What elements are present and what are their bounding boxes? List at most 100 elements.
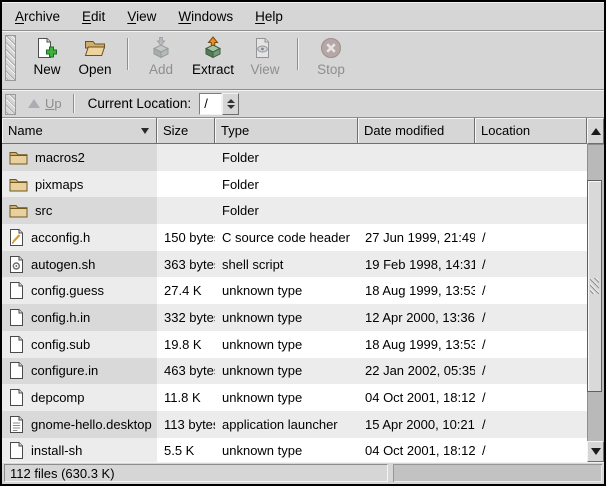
column-header-date-modified[interactable]: Date modified — [358, 118, 475, 144]
cell-type: unknown type — [215, 331, 358, 358]
file-row[interactable]: macros2Folder — [2, 144, 587, 171]
file-name: configure.in — [31, 363, 98, 378]
cell-size: 27.4 K — [157, 277, 215, 304]
stop-icon — [319, 35, 343, 61]
vertical-scrollbar[interactable] — [587, 144, 604, 462]
file-name: src — [35, 203, 52, 218]
open-button[interactable]: Open — [71, 34, 119, 78]
desktop-file-icon — [9, 415, 24, 434]
cell-size: 5.5 K — [157, 438, 215, 462]
menu-windows[interactable]: Windows — [167, 4, 244, 29]
cell-size — [157, 144, 215, 171]
toolbar-separator — [73, 94, 75, 113]
column-header-label: Name — [8, 123, 43, 138]
combo-dropdown-button[interactable] — [222, 93, 239, 115]
toolbar-button-label: Open — [78, 62, 111, 77]
up-button[interactable]: Up — [24, 94, 66, 113]
location-input[interactable]: / — [199, 93, 222, 115]
cell-date-modified: 12 Apr 2000, 13:36 — [358, 304, 475, 331]
cell-date-modified: 15 Apr 2000, 10:21 — [358, 411, 475, 438]
file-name: macros2 — [35, 150, 85, 165]
status-bar: 112 files (630.3 K) — [2, 462, 604, 484]
file-row[interactable]: configure.in463 bytesunknown type22 Jan … — [2, 358, 587, 385]
cell-type: application launcher — [215, 411, 358, 438]
location-bar-drag-handle[interactable] — [5, 94, 16, 115]
folder-icon — [9, 202, 28, 219]
file-row[interactable]: config.sub19.8 Kunknown type18 Aug 1999,… — [2, 331, 587, 358]
file-name: gnome-hello.desktop — [31, 417, 152, 432]
cell-name: install-sh — [2, 438, 157, 462]
toolbar-button-label: New — [33, 62, 60, 77]
menu-view[interactable]: View — [116, 4, 167, 29]
file-row[interactable]: config.h.in332 bytesunknown type12 Apr 2… — [2, 304, 587, 331]
add-button[interactable]: Add — [137, 34, 185, 78]
cell-name: pixmaps — [2, 171, 157, 198]
cell-location — [475, 197, 587, 224]
column-header-name[interactable]: Name — [2, 118, 157, 144]
cell-date-modified — [358, 197, 475, 224]
file-row[interactable]: pixmapsFolder — [2, 171, 587, 198]
menubar: ArchiveEditViewWindowsHelp — [2, 2, 604, 31]
location-combo[interactable]: / — [199, 93, 239, 115]
scrollbar-grip — [590, 278, 599, 294]
cell-type: C source code header — [215, 224, 358, 251]
column-header-type[interactable]: Type — [215, 118, 358, 144]
new-button[interactable]: New — [23, 34, 71, 78]
archive-manager-window: ArchiveEditViewWindowsHelp NewOpenAddExt… — [0, 0, 606, 486]
cell-location: / — [475, 251, 587, 278]
file-list: macros2FolderpixmapsFoldersrcFolderaccon… — [2, 144, 604, 462]
cell-location: / — [475, 358, 587, 385]
file-row[interactable]: config.guess27.4 Kunknown type18 Aug 199… — [2, 277, 587, 304]
cell-date-modified: 19 Feb 1998, 14:31 — [358, 251, 475, 278]
stop-button[interactable]: Stop — [307, 34, 355, 78]
toolbar-drag-handle[interactable] — [5, 35, 16, 81]
cell-name: acconfig.h — [2, 224, 157, 251]
file-row[interactable]: src Folder — [2, 197, 587, 224]
view-button[interactable]: View — [241, 34, 289, 78]
combo-up-arrow-icon — [227, 99, 235, 103]
cell-name: autogen.sh — [2, 251, 157, 278]
menu-edit[interactable]: Edit — [71, 4, 116, 29]
file-row[interactable]: install-sh5.5 Kunknown type04 Oct 2001, … — [2, 438, 587, 462]
cell-name: gnome-hello.desktop — [2, 411, 157, 438]
cell-date-modified: 18 Aug 1999, 13:53 — [358, 331, 475, 358]
toolbar-button-label: View — [251, 62, 280, 77]
file-row[interactable]: autogen.sh363 bytesshell script19 Feb 19… — [2, 251, 587, 278]
down-arrow-icon — [591, 448, 601, 455]
column-header-location[interactable]: Location — [475, 118, 587, 144]
cell-type: unknown type — [215, 358, 358, 385]
cell-location: / — [475, 411, 587, 438]
up-icon — [28, 99, 40, 108]
cell-date-modified: 27 Jun 1999, 21:49 — [358, 224, 475, 251]
file-row[interactable]: acconfig.h150 bytesC source code header2… — [2, 224, 587, 251]
menu-archive[interactable]: Archive — [4, 4, 71, 29]
document-icon — [9, 361, 24, 380]
cell-type: unknown type — [215, 438, 358, 462]
scrollbar-thumb[interactable] — [587, 180, 602, 392]
cell-location: / — [475, 384, 587, 411]
cell-location — [475, 171, 587, 198]
cell-type: Folder — [215, 197, 358, 224]
scrollbar-down-button[interactable] — [587, 441, 604, 462]
cell-name: config.h.in — [2, 304, 157, 331]
cell-size: 113 bytes — [157, 411, 215, 438]
cell-date-modified — [358, 144, 475, 171]
document-icon — [9, 308, 24, 327]
cell-location — [475, 144, 587, 171]
location-bar: Up Current Location: / — [2, 90, 604, 118]
cell-date-modified — [358, 171, 475, 198]
cell-size: 11.8 K — [157, 384, 215, 411]
file-row[interactable]: depcomp11.8 Kunknown type04 Oct 2001, 18… — [2, 384, 587, 411]
cell-location: / — [475, 304, 587, 331]
cell-size: 363 bytes — [157, 251, 215, 278]
scrollbar-up-button[interactable] — [587, 118, 604, 144]
view-file-icon — [253, 35, 277, 61]
file-row[interactable]: gnome-hello.desktop 113 bytesapplication … — [2, 411, 587, 438]
file-name: acconfig.h — [31, 230, 90, 245]
extract-button[interactable]: Extract — [185, 34, 241, 78]
add-files-icon — [149, 35, 173, 61]
column-header-size[interactable]: Size — [157, 118, 215, 144]
menu-help[interactable]: Help — [244, 4, 294, 29]
column-header-label: Type — [221, 123, 249, 138]
cell-date-modified: 04 Oct 2001, 18:12 — [358, 438, 475, 462]
